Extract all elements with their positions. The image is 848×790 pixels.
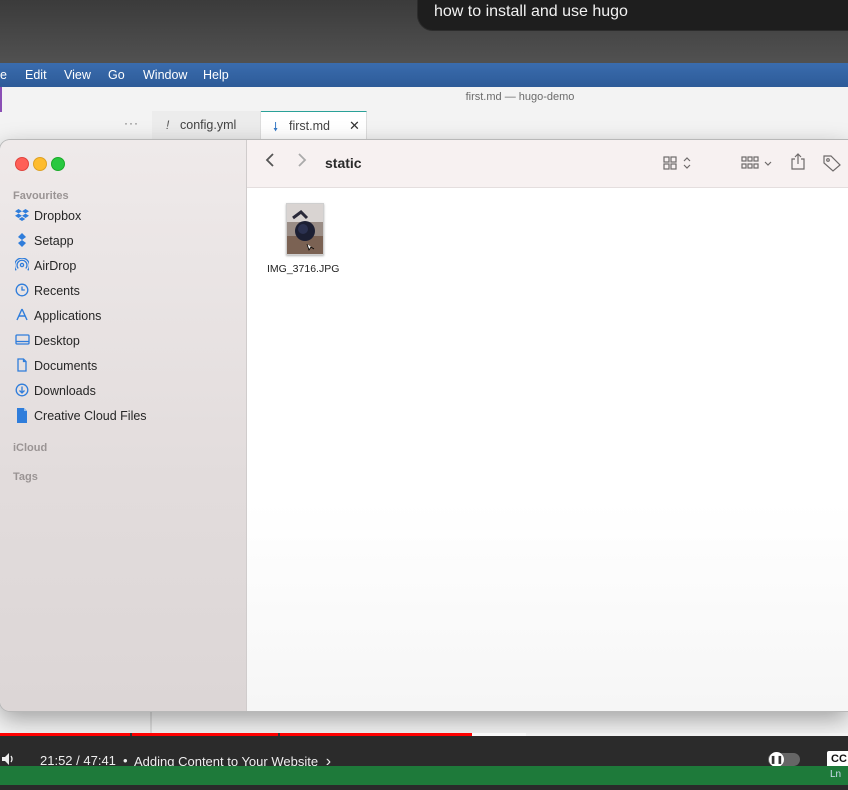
menu-item-file[interactable]: e [0,68,7,82]
group-by-icon[interactable] [741,155,773,176]
finder-sidebar: Favourites Dropbox Setapp AirDrop Recent… [0,140,247,711]
menu-item-window[interactable]: Window [143,68,187,82]
forward-icon[interactable] [297,151,307,174]
menu-item-go[interactable]: Go [108,68,125,82]
sidebar-item-label: Setapp [34,234,74,248]
markdown-icon: 🠗 [273,120,279,134]
finder-toolbar: static [247,140,848,188]
setapp-icon [14,233,30,249]
close-icon[interactable]: ✕ [349,118,360,134]
tab-label: config.yml [180,118,237,132]
zoom-window-button[interactable] [51,157,65,171]
tag-icon[interactable] [822,154,842,177]
icon-view-icon[interactable] [663,155,693,176]
mac-menubar: e Edit View Go Window Help [0,63,848,87]
airdrop-icon [13,257,31,274]
document-icon [14,358,30,374]
finder-window: Favourites Dropbox Setapp AirDrop Recent… [0,140,848,711]
bottom-edge [0,785,848,790]
tab-label: first.md [289,119,330,133]
sidebar-item-desktop[interactable]: Desktop [14,332,234,352]
close-window-button[interactable] [15,157,29,171]
sidebar-item-label: Dropbox [34,209,82,223]
dropbox-icon [14,208,30,224]
sidebar-item-documents[interactable]: Documents [14,357,234,377]
location-title: static [325,155,362,171]
pause-icon: ❚❚ [769,752,784,767]
editor-window-title: first.md — hugo-demo [465,91,575,103]
applications-icon [14,308,30,324]
tags-heading[interactable]: Tags [13,471,38,483]
sidebar-item-creative-cloud-files[interactable]: Creative Cloud Files [14,407,234,427]
sidebar-item-label: AirDrop [34,259,77,273]
clock-icon [14,283,30,299]
player-controls: 21:52 / 47:41 • Adding Content to Your W… [0,736,848,770]
icloud-heading[interactable]: iCloud [13,442,47,454]
file-name: IMG_3716.JPG [267,263,340,275]
file-icon [14,408,30,424]
sidebar-item-dropbox[interactable]: Dropbox [14,207,234,227]
sidebar-item-label: Downloads [34,384,96,398]
share-icon[interactable] [790,153,806,176]
autoplay-toggle[interactable]: ❚❚ [768,752,800,767]
menu-item-edit[interactable]: Edit [25,68,47,82]
desktop-icon [14,333,30,349]
cursor-position: Ln [830,769,842,780]
more-actions-icon[interactable]: ··· [124,116,139,130]
sidebar-item-recents[interactable]: Recents [14,282,234,302]
download-icon [14,383,30,399]
video-title-overlay: how to install and use hugo [417,0,848,31]
back-icon[interactable] [265,151,275,174]
sidebar-item-label: Applications [34,309,102,323]
yaml-icon: ! [166,118,170,132]
file-grid: IMG_3716.JPG [247,188,848,711]
sidebar-item-applications[interactable]: Applications [14,307,234,327]
sidebar-item-label: Desktop [34,334,80,348]
editor-status-bar: Ln [0,766,848,785]
tab-config-yml[interactable]: ! config.yml [152,111,261,139]
sidebar-item-airdrop[interactable]: AirDrop [13,257,234,277]
sidebar-item-label: Documents [34,359,98,373]
menu-item-view[interactable]: View [64,68,91,82]
sidebar-item-setapp[interactable]: Setapp [14,232,234,252]
minimize-window-button[interactable] [33,157,47,171]
sidebar-item-label: Recents [34,284,80,298]
tab-first-md[interactable]: 🠗 first.md ✕ [261,111,367,139]
favourites-heading: Favourites [13,190,69,202]
finder-main: static IMG_3716.JPG [247,140,848,711]
sidebar-item-label: Creative Cloud Files [34,409,147,423]
menu-item-help[interactable]: Help [203,68,229,82]
video-title: how to install and use hugo [434,3,628,20]
image-thumbnail [286,203,324,255]
editor-tab-bar: ··· ! config.yml 🠗 first.md ✕ [0,111,848,139]
sidebar-item-downloads[interactable]: Downloads [14,382,234,402]
